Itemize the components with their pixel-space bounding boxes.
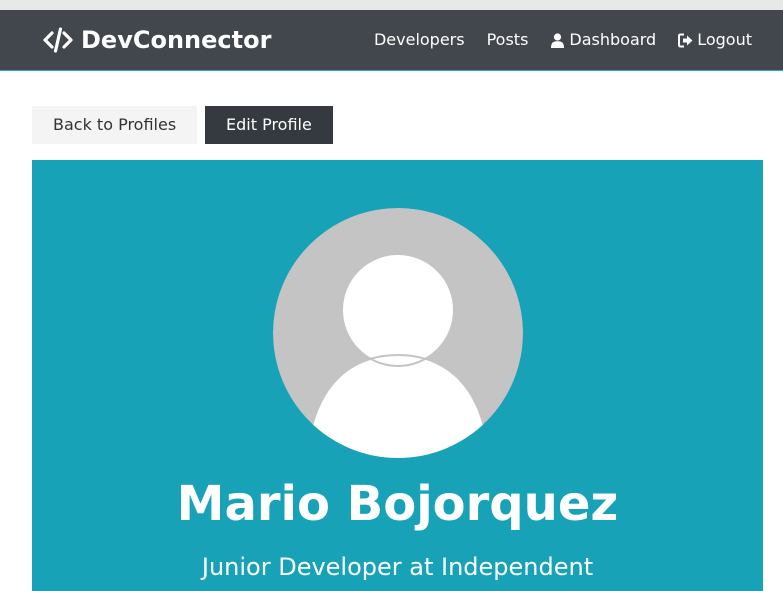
- nav-logout-label: Logout: [697, 30, 752, 49]
- avatar: [273, 208, 523, 458]
- profile-top: Mario Bojorquez Junior Developer at Inde…: [32, 160, 763, 591]
- edit-profile-button[interactable]: Edit Profile: [205, 106, 333, 144]
- nav-posts[interactable]: Posts: [487, 30, 529, 50]
- navbar: DevConnector Developers Posts Dashboard: [0, 10, 783, 71]
- nav-links: Developers Posts Dashboard Logout: [374, 30, 752, 50]
- nav-dashboard[interactable]: Dashboard: [550, 30, 656, 50]
- nav-dashboard-label: Dashboard: [569, 30, 657, 49]
- back-to-profiles-button[interactable]: Back to Profiles: [32, 106, 198, 144]
- code-icon: [43, 27, 73, 53]
- default-avatar-icon: [273, 208, 523, 458]
- nav-posts-label: Posts: [486, 30, 529, 49]
- nav-logout[interactable]: Logout: [678, 30, 752, 50]
- sign-out-icon: [678, 33, 693, 48]
- browser-top-strip: [0, 0, 783, 10]
- brand-link[interactable]: DevConnector: [43, 26, 271, 54]
- profile-name: Mario Bojorquez: [176, 476, 619, 532]
- user-icon: [550, 32, 565, 48]
- profile-status: Junior Developer at Independent: [201, 553, 594, 581]
- brand-title: DevConnector: [81, 26, 272, 54]
- nav-developers[interactable]: Developers: [374, 30, 465, 50]
- nav-developers-label: Developers: [373, 30, 465, 49]
